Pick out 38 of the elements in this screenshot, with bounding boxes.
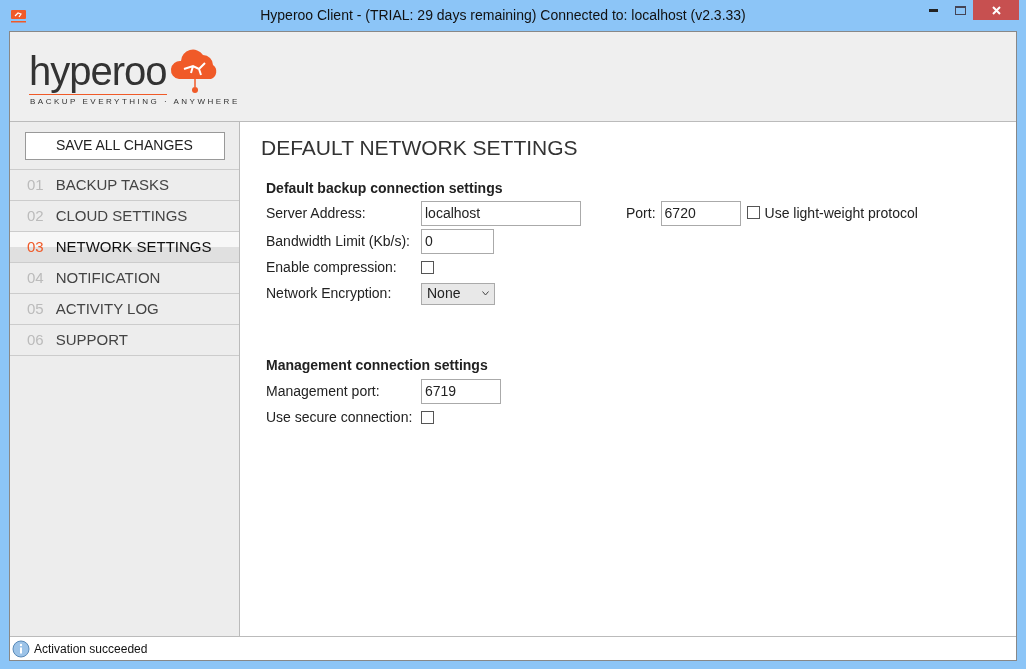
field-label: Management port:	[266, 381, 381, 401]
maximize-icon	[954, 6, 966, 15]
field-label: Enable compression:	[266, 258, 398, 277]
checkbox[interactable]	[421, 411, 434, 424]
section-heading: Default backup connection settings	[266, 178, 504, 198]
input-field[interactable]: 6720	[660, 201, 741, 226]
encryption-dropdown[interactable]: None	[421, 282, 495, 305]
item-label: BACKUP TASKS	[55, 174, 170, 195]
checkbox[interactable]	[421, 261, 434, 274]
field-label: Port:	[626, 204, 656, 223]
close-button[interactable]	[973, 0, 1019, 20]
window-title: Hyperoo Client - (TRIAL: 29 days remaining) Connected to: localhost (v2.3.33)	[259, 6, 747, 25]
sidebar-item[interactable]: 03 NETWORK SETTINGS	[10, 232, 239, 263]
section-heading: Management connection settings	[266, 355, 489, 375]
status-text: Activation succeeded	[34, 640, 148, 658]
checkbox-label: Use light-weight protocol	[764, 204, 918, 223]
app-icon	[10, 8, 27, 23]
checkbox[interactable]	[746, 205, 760, 219]
item-label: ACTIVITY LOG	[55, 298, 159, 319]
logo-wordmark: hyperoo	[29, 51, 167, 95]
field-label: Network Encryption:	[266, 284, 393, 303]
field-label: Server Address:	[266, 204, 367, 223]
field-label: Bandwidth Limit (Kb/s):	[266, 231, 411, 251]
item-number: 03	[27, 236, 44, 257]
item-label: NOTIFICATION	[55, 267, 161, 288]
input-field[interactable]: 6719	[421, 378, 501, 404]
save-all-changes-button[interactable]: SAVE ALL CHANGES	[24, 131, 225, 160]
page-title: DEFAULT NETWORK SETTINGS	[261, 135, 579, 161]
close-icon	[991, 5, 1001, 15]
item-label: CLOUD SETTINGS	[55, 205, 188, 226]
item-label: NETWORK SETTINGS	[55, 236, 212, 257]
item-label: SUPPORT	[55, 329, 128, 350]
minimize-icon	[928, 9, 938, 12]
field-label: Use secure connection:	[266, 408, 414, 427]
input-field[interactable]: 0	[421, 228, 494, 254]
chevron-icon	[482, 291, 489, 296]
logo-tagline: BACKUP EVERYTHING · ANYWHERE	[30, 96, 240, 108]
input-field[interactable]: localhost	[421, 201, 581, 226]
